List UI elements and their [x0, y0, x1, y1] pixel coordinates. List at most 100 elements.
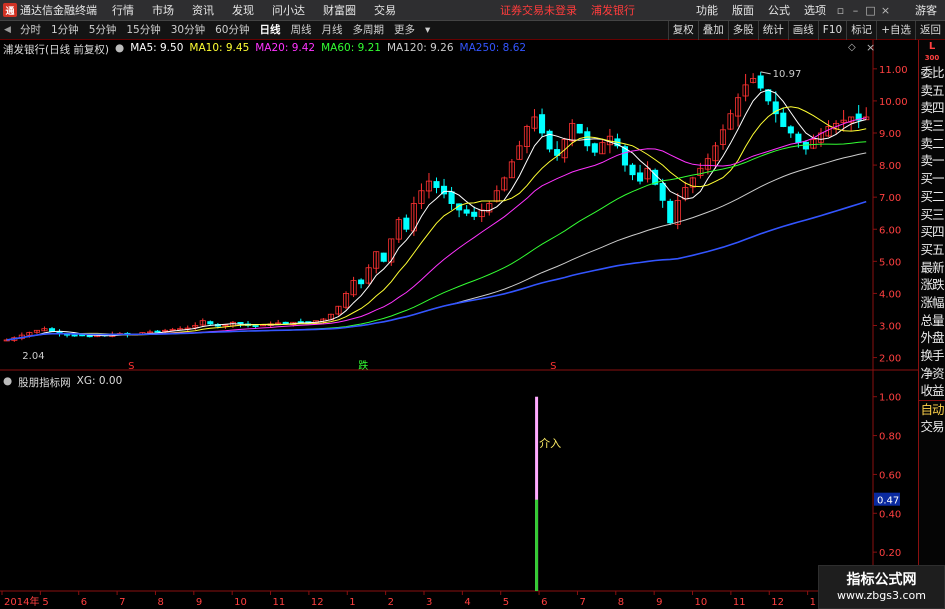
indicator-settings-icon[interactable]: ●	[3, 375, 12, 390]
chart-close-icon[interactable]: ×	[866, 41, 875, 54]
ma10-line	[6, 106, 867, 341]
kline-chart-area[interactable]: 11.00 10.00 9.00 8.00 7.00 6.00 5.00 4.00 3.00 2.…	[0, 40, 918, 609]
side-quote-list: 委比 卖五 卖四 卖三 卖二 卖一 买一 买二 买三 买四 买五 最新 涨跌 涨幅 总量 外盘 换手 净资 收益	[919, 64, 945, 400]
indicator-tick-label: 0.80	[879, 432, 901, 443]
tool-add-watchlist-button[interactable]: +自选	[876, 20, 915, 40]
tool-back-button[interactable]: 返回	[915, 20, 945, 40]
side-quote-item[interactable]: 委比	[919, 64, 945, 82]
indicator-tick-label: 0.40	[879, 509, 901, 520]
collapse-icon[interactable]: ◀	[0, 25, 15, 35]
period-tab-60min[interactable]: 60分钟	[210, 21, 254, 40]
side-quote-item[interactable]: 换手	[919, 347, 945, 365]
side-quote-item[interactable]: 买一	[919, 170, 945, 188]
time-tick-label: 3	[426, 597, 432, 608]
candle-body	[79, 334, 86, 337]
side-quote-item[interactable]: 外盘	[919, 329, 945, 347]
price-tick-label: 2.00	[879, 354, 901, 365]
menu-trade[interactable]: 交易	[365, 0, 405, 21]
time-tick-label: 4	[464, 597, 470, 608]
period-tab-weekly[interactable]: 周线	[286, 21, 317, 40]
candle-body	[539, 114, 546, 134]
menu-market-quote[interactable]: 行情	[103, 0, 143, 21]
menu-wealth-circle[interactable]: 财富圈	[314, 0, 365, 21]
tool-f10-button[interactable]: F10	[817, 20, 846, 40]
time-tick-label: 9	[196, 597, 202, 608]
menu-market[interactable]: 市场	[143, 0, 183, 21]
period-tab-monthly[interactable]: 月线	[317, 21, 348, 40]
period-tab-5min[interactable]: 5分钟	[84, 21, 122, 40]
menu-news[interactable]: 资讯	[183, 0, 223, 21]
candle-body	[591, 143, 598, 153]
side-quote-item[interactable]: 卖二	[919, 135, 945, 153]
period-tab-30min[interactable]: 30分钟	[166, 21, 210, 40]
side-quote-item[interactable]: 总量	[919, 312, 945, 330]
tool-statistics-button[interactable]: 统计	[757, 20, 788, 40]
quote-side-panel: L 300 委比 卖五 卖四 卖三 卖二 卖一 买一 买二 买三 买四 买五 最新 涨跌 涨幅 总量 外盘 换手…	[918, 40, 945, 609]
period-toolbar: ◀ 分时 1分钟 5分钟 15分钟 30分钟 60分钟 日线 周线 月线 多周期…	[0, 20, 945, 40]
side-quote-item[interactable]: 卖一	[919, 152, 945, 170]
low-price-label: 2.04	[22, 351, 44, 362]
time-tick-label: 5	[42, 597, 48, 608]
menu-discover[interactable]: 发现	[223, 0, 263, 21]
guest-user[interactable]: 游客	[893, 2, 945, 18]
trade-login-notice[interactable]: 证券交易未登录	[500, 2, 577, 18]
settings-dot-icon[interactable]: ●	[115, 42, 124, 57]
side-quote-item[interactable]: 买四	[919, 223, 945, 241]
candle-body	[471, 211, 478, 217]
period-tab-15min[interactable]: 15分钟	[121, 21, 165, 40]
tool-mark-button[interactable]: 标记	[846, 20, 876, 40]
trade-button[interactable]: 交易	[919, 418, 945, 436]
price-tick-label: 6.00	[879, 225, 901, 236]
period-tab-more[interactable]: 更多	[389, 21, 420, 40]
app-logo-icon: 通	[3, 3, 17, 17]
period-tab-daily[interactable]: 日线	[255, 21, 286, 40]
indicator-xg-value: XG: 0.00	[76, 375, 123, 387]
side-quote-item[interactable]: 净资	[919, 365, 945, 383]
side-quote-item[interactable]: 卖三	[919, 117, 945, 135]
high-price-label: 10.97	[773, 69, 802, 80]
time-tick-label: 12	[771, 597, 784, 608]
price-tick-label: 11.00	[879, 65, 908, 76]
candle-body	[637, 172, 644, 182]
ma60-line	[6, 141, 867, 341]
close-icon[interactable]: ×	[878, 4, 893, 17]
time-tick-label: 8	[618, 597, 624, 608]
level-badge[interactable]: L 300	[919, 40, 945, 64]
side-quote-item[interactable]: 卖四	[919, 99, 945, 117]
skin-icon[interactable]: ▫	[833, 4, 848, 17]
auto-button[interactable]: 自动	[919, 400, 945, 418]
tool-overlay-button[interactable]: 叠加	[697, 20, 728, 40]
month-mark-label: S	[128, 361, 134, 372]
price-tick-label: 5.00	[879, 257, 901, 268]
candle-body	[154, 330, 161, 333]
side-quote-item[interactable]: 涨跌	[919, 276, 945, 294]
minimize-icon[interactable]: –	[848, 4, 863, 17]
tool-multi-stock-button[interactable]: 多股	[727, 20, 758, 40]
side-quote-item[interactable]: 买三	[919, 206, 945, 224]
side-quote-item[interactable]: 买五	[919, 241, 945, 259]
menu-formula[interactable]: 公式	[761, 0, 797, 21]
more-dropdown-icon[interactable]: ▾	[420, 21, 435, 40]
time-tick-label: 1	[810, 597, 816, 608]
ma250-line	[6, 200, 867, 341]
maximize-icon[interactable]: □	[863, 4, 878, 17]
side-quote-item[interactable]: 最新	[919, 259, 945, 277]
period-tab-1min[interactable]: 1分钟	[46, 21, 84, 40]
menu-layout[interactable]: 版面	[725, 0, 761, 21]
price-tick-label: 9.00	[879, 129, 901, 140]
chart-diamond-icon[interactable]: ◇	[848, 42, 856, 53]
period-tab-intraday[interactable]: 分时	[15, 21, 46, 40]
tool-adjust-button[interactable]: 复权	[667, 20, 698, 40]
kline-chart-svg[interactable]: 11.0010.009.008.007.006.005.004.003.002.…	[0, 40, 918, 609]
month-mark-label: 跌	[358, 359, 368, 372]
side-quote-item[interactable]: 收益	[919, 382, 945, 400]
period-tab-multi[interactable]: 多周期	[348, 21, 390, 40]
side-quote-item[interactable]: 卖五	[919, 82, 945, 100]
indicator-tick-label: 0.60	[879, 470, 901, 481]
menu-options[interactable]: 选项	[797, 0, 833, 21]
side-quote-item[interactable]: 买二	[919, 188, 945, 206]
tool-draw-line-button[interactable]: 画线	[787, 20, 818, 40]
side-quote-item[interactable]: 涨幅	[919, 294, 945, 312]
menu-ask-xiaoda[interactable]: 问小达	[263, 0, 314, 21]
menu-function[interactable]: 功能	[689, 0, 725, 21]
